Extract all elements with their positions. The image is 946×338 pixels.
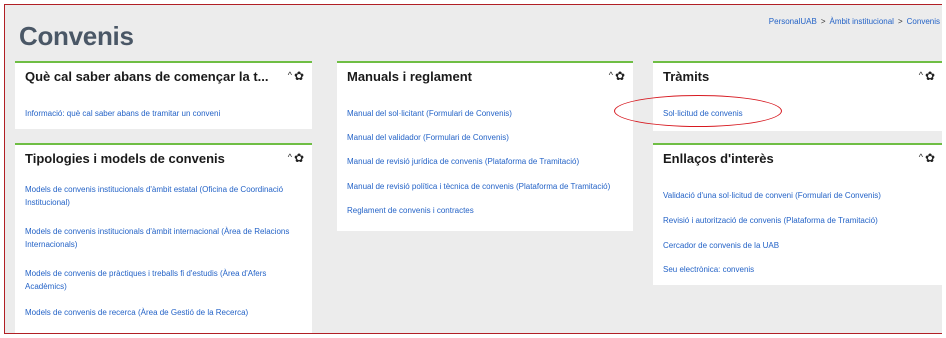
link-manual-revisio-politica[interactable]: Manual de revisió política i tècnica de … [347,182,610,191]
card-title: Enllaços d'interès [663,151,774,166]
card-before-start: Què cal saber abans de començar la t... … [15,61,312,129]
card-controls: ^ ✿ [288,151,304,165]
list-item: Models de convenis de recerca (Àrea de G… [25,306,304,319]
card-controls: ^ ✿ [288,69,304,83]
list-item: Validació d'una sol·licitud de conveni (… [663,189,935,202]
card-header: Què cal saber abans de començar la t... … [15,63,312,87]
list-item: Manual del validador (Formulari de Conve… [347,131,625,144]
list-item: Revisió i autorització de convenis (Plat… [663,214,935,227]
link-models-recerca[interactable]: Models de convenis de recerca (Àrea de G… [25,308,248,317]
gear-icon[interactable]: ✿ [925,69,935,83]
gear-icon[interactable]: ✿ [294,69,304,83]
card-header: Tipologies i models de convenis ^ ✿ [15,145,312,169]
link-manual-validador[interactable]: Manual del validador (Formulari de Conve… [347,133,509,142]
card-header: Manuals i reglament ^ ✿ [337,63,633,87]
list-item: Reglament de convenis i contractes [347,204,625,217]
caret-up-icon[interactable]: ^ [288,70,292,80]
card-title: Tràmits [663,69,710,84]
link-models-internacional[interactable]: Models de convenis institucionals d'àmbi… [25,227,289,249]
link-seu-electronica[interactable]: Seu electrònica: convenis [663,265,754,274]
gear-icon[interactable]: ✿ [615,69,625,83]
card-manuals: Manuals i reglament ^ ✿ Manual del sol·li… [337,61,633,231]
card-header: Tràmits ^ ✿ [653,63,942,87]
card-controls: ^ ✿ [609,69,625,83]
page-frame: Convenis PersonalUAB > Àmbit institucional… [4,4,942,334]
card-title: Tipologies i models de convenis [25,151,225,166]
breadcrumb-personaluab[interactable]: PersonalUAB [769,17,817,26]
card-title: Manuals i reglament [347,69,472,84]
breadcrumb-separator: > [820,17,826,26]
list-item: Models de convenis institucionals d'àmbi… [25,225,304,251]
link-validacio-sollicitud[interactable]: Validació d'una sol·licitud de conveni (… [663,191,881,200]
caret-up-icon[interactable]: ^ [288,152,292,162]
link-info-before-start[interactable]: Informació: què cal saber abans de trami… [25,109,220,118]
link-manual-sollicitant[interactable]: Manual del sol·licitant (Formulari de Co… [347,109,512,118]
card-controls: ^ ✿ [919,151,935,165]
link-cercador-convenis[interactable]: Cercador de convenis de la UAB [663,241,779,250]
caret-up-icon[interactable]: ^ [919,152,923,162]
breadcrumb-separator: > [897,17,903,26]
caret-up-icon[interactable]: ^ [919,70,923,80]
gear-icon[interactable]: ✿ [925,151,935,165]
breadcrumb-ambit-institucional[interactable]: Àmbit institucional [829,17,893,26]
gear-icon[interactable]: ✿ [294,151,304,165]
link-revisio-autoritzacio[interactable]: Revisió i autorització de convenis (Plat… [663,216,878,225]
card-title: Què cal saber abans de començar la t... [25,69,269,84]
card-controls: ^ ✿ [919,69,935,83]
list-item: Informació: què cal saber abans de trami… [25,107,304,120]
list-item: Models de convenis de pràctiques i treba… [25,267,304,293]
card-header: Enllaços d'interès ^ ✿ [653,145,942,169]
caret-up-icon[interactable]: ^ [609,70,613,80]
link-models-estatal[interactable]: Models de convenis institucionals d'àmbi… [25,185,283,207]
card-typologies: Tipologies i models de convenis ^ ✿ Model… [15,143,312,333]
list-item: Models de convenis institucionals d'àmbi… [25,183,304,209]
page-title: Convenis [19,21,134,51]
list-item: Manual de revisió jurídica de convenis (… [347,155,625,168]
link-manual-revisio-juridica[interactable]: Manual de revisió jurídica de convenis (… [347,157,579,166]
list-item: Seu electrònica: convenis [663,263,935,276]
card-links-of-interest: Enllaços d'interès ^ ✿ Validació d'una so… [653,143,942,285]
link-models-practiques[interactable]: Models de convenis de pràctiques i treba… [25,269,266,291]
link-reglament[interactable]: Reglament de convenis i contractes [347,206,474,215]
list-item: Manual del sol·licitant (Formulari de Co… [347,107,625,120]
highlight-ellipse [614,95,782,127]
breadcrumb-current: Convenis [906,17,940,26]
list-item: Cercador de convenis de la UAB [663,239,935,252]
list-item: Manual de revisió política i tècnica de … [347,180,625,193]
breadcrumb: PersonalUAB > Àmbit institucional > Convenis [769,17,940,26]
